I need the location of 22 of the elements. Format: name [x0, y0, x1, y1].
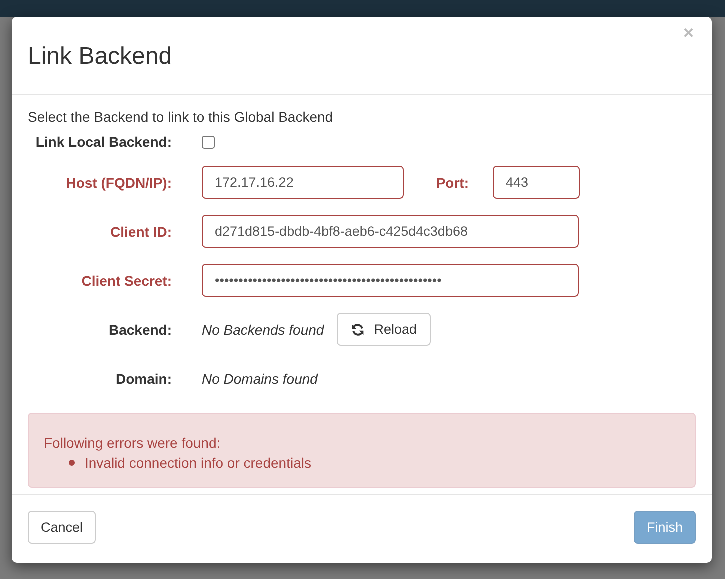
bullet-icon: [69, 460, 75, 466]
field-label: Client Secret:: [80, 272, 172, 288]
reload-button[interactable]: Reload: [337, 313, 431, 346]
field-label: Link Local Backend:: [34, 134, 172, 150]
dialog-title: Link Backend: [28, 43, 172, 71]
text-field[interactable]: d271d815-dbdb-4bf8-aeb6-c425d4c3db68: [202, 215, 579, 248]
refresh-icon: [351, 322, 366, 336]
field-label: Port:: [435, 174, 469, 190]
status-text: No Backends found: [202, 322, 324, 338]
checkbox[interactable]: [202, 136, 215, 148]
text-field[interactable]: 443: [493, 166, 580, 199]
alert-heading: Following errors were found:: [44, 435, 222, 451]
instruction-text: Select the Backend to link to this Global Backend: [28, 109, 334, 127]
field-label: Backend:: [108, 322, 172, 338]
field-label: Client ID:: [110, 224, 172, 240]
error-item: Invalid connection info or credentials: [85, 455, 312, 471]
cancel-button[interactable]: Cancel: [28, 511, 96, 544]
field-label: Host (FQDN/IP):: [65, 174, 172, 190]
status-text: No Domains found: [202, 370, 318, 386]
text-field[interactable]: 172.17.16.22: [202, 166, 404, 199]
password-field[interactable]: ••••••••••••••••••••••••••••••••••••••••••••••••: [202, 264, 579, 297]
field-label: Domain:: [115, 370, 172, 386]
